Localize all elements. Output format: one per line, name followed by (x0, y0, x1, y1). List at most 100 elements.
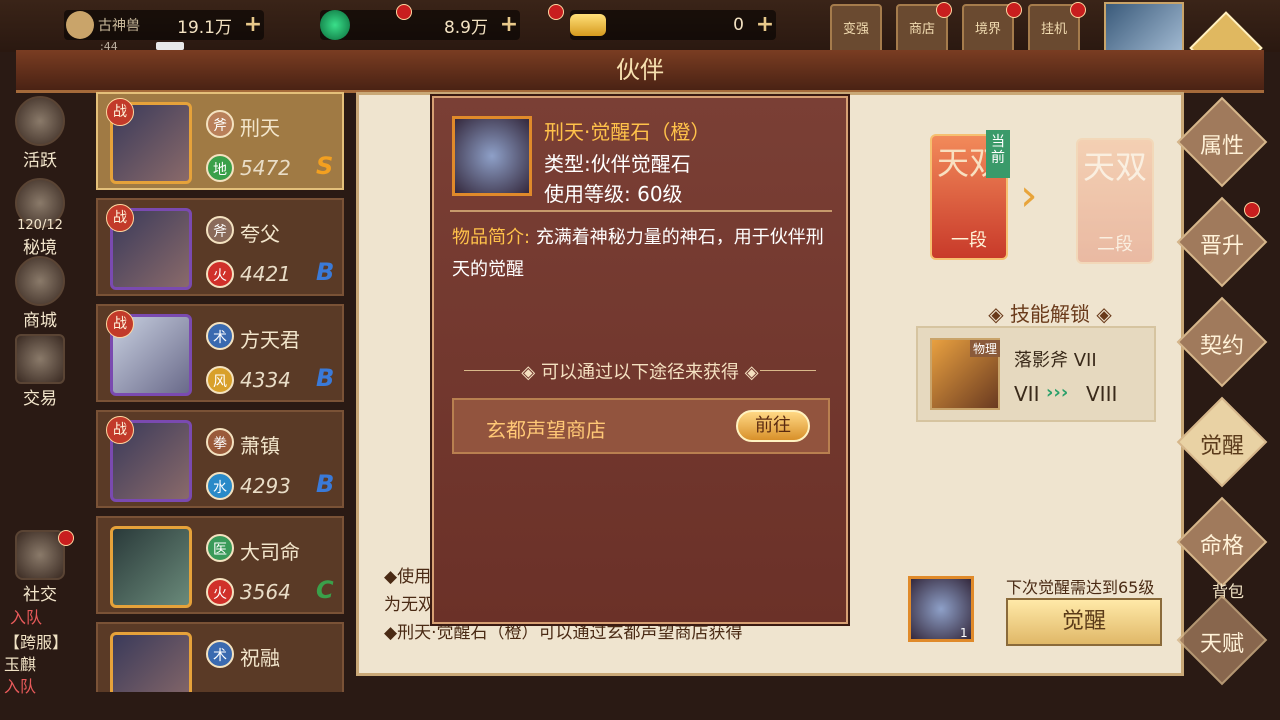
item-tooltip-popup: 刑天·觉醒石（橙） 类型:伙伴觉醒石 使用等级: 60级 物品简介: 充满着神秘… (432, 96, 848, 624)
notification-dot (1244, 202, 1260, 218)
partner-card[interactable]: 术 祝融 (96, 622, 344, 692)
source-name: 玄都声望商店 (486, 418, 606, 442)
item-description: 物品简介: 充满着神秘力量的神石，用于伙伴刑天的觉醒 (452, 222, 832, 286)
go-button[interactable]: 前往 (736, 410, 810, 442)
grade-badge: B (316, 364, 335, 392)
partner-card[interactable]: 战 斧 夸父 火 4421 B (96, 198, 344, 296)
notification-dot (936, 2, 952, 18)
diamond-icon: ◈ (521, 362, 541, 383)
icon-label: 变强 (842, 22, 869, 37)
class-icon: 医 (206, 534, 234, 562)
partner-list[interactable]: 战 斧 刑天 地 5472 S 战 斧 夸父 火 4421 B 战 术 方天君 … (96, 92, 344, 692)
element-icon: 火 (206, 260, 234, 288)
partner-name: 萧镇 (240, 434, 280, 458)
class-icon: 斧 (206, 216, 234, 244)
chat-line: 【跨服】 (4, 633, 69, 652)
coin-icon (66, 11, 94, 39)
notification-dot (1006, 2, 1022, 18)
sidenav-item-mall[interactable]: 商城 (8, 256, 72, 331)
partner-portrait (110, 632, 192, 692)
partner-card[interactable]: 战 拳 萧镇 水 4293 B (96, 410, 344, 508)
in-battle-badge: 战 (106, 416, 134, 444)
element-icon: 水 (206, 472, 234, 500)
partner-power: 4293 (240, 474, 291, 498)
activity-banner-icon[interactable] (1104, 2, 1184, 52)
current-tag: 当前 (986, 130, 1010, 178)
awaken-note: 为无双 (384, 595, 435, 615)
icon-label: 境界 (974, 22, 1001, 37)
skill-unlock-box: 物理 落影斧 VII VII ››› VIII (916, 326, 1156, 422)
page-title: 伙伴 (616, 56, 664, 84)
icon-label: 挂机 (1040, 22, 1067, 37)
partner-power: 5472 (240, 156, 291, 180)
sidenav-item-active[interactable]: 活跃 (8, 96, 72, 171)
diamond-icon: ◈ (1090, 302, 1112, 326)
partner-card[interactable]: 医 大司命 火 3564 C (96, 516, 344, 614)
realm-count: 120/12 (17, 218, 63, 233)
next-awaken-requirement: 下次觉醒需达到65级 (1006, 578, 1155, 597)
grade-badge: B (316, 470, 335, 498)
resource-value: 8.9万 (443, 17, 488, 38)
partner-portrait (110, 526, 192, 608)
stage-title: 天双 (1082, 148, 1147, 186)
resource-label: 古神兽 (98, 18, 140, 34)
in-battle-badge: 战 (106, 204, 134, 232)
tab-label: 命格 (1199, 534, 1244, 559)
notification-dot (58, 530, 74, 546)
awaken-button[interactable]: 觉醒 (1006, 598, 1162, 646)
awaken-stone-icon (452, 116, 532, 196)
mall-icon (15, 256, 65, 306)
add-resource-button[interactable]: + (754, 14, 776, 36)
resource-value: 0 (733, 15, 744, 35)
arrow-right-icon: › (1020, 170, 1038, 221)
partner-name: 方天君 (240, 328, 300, 352)
class-icon: 术 (206, 640, 234, 668)
partner-power: 4421 (240, 262, 291, 286)
material-count: 1 (960, 626, 968, 640)
item-type: 类型:伙伴觉醒石 (544, 152, 691, 176)
partner-power: 4334 (240, 368, 291, 392)
divider (450, 210, 832, 212)
tab-label: 契约 (1199, 334, 1244, 359)
notification-dot (548, 4, 564, 20)
awaken-stage-next: 天双 二段 (1076, 138, 1154, 264)
partner-name: 祝融 (240, 646, 280, 670)
element-icon: 风 (206, 366, 234, 394)
notification-dot (396, 4, 412, 20)
skill-unlock-label: 技能解锁 (1010, 302, 1090, 326)
sidenav-label: 交易 (23, 389, 57, 409)
description-label: 物品简介: (452, 227, 531, 248)
stage-level: 一段 (951, 230, 987, 251)
skill-name: 落影斧 VII (1014, 350, 1097, 371)
sidenav-label: 活跃 (23, 151, 57, 171)
notification-dot (1070, 2, 1086, 18)
in-battle-badge: 战 (106, 310, 134, 338)
resource-gold: 0 + (570, 10, 776, 40)
sidenav-item-secret-realm[interactable]: 120/12 秘境 (8, 178, 72, 258)
battery-icon (156, 42, 184, 50)
add-resource-button[interactable]: + (242, 14, 264, 36)
lantern-icon (15, 96, 65, 146)
class-icon: 拳 (206, 428, 234, 456)
item-level: 使用等级: 60级 (544, 182, 683, 206)
partner-card[interactable]: 战 术 方天君 风 4334 B (96, 304, 344, 402)
obtain-title-text: 可以通过以下途径来获得 (541, 362, 739, 383)
become-stronger-button[interactable]: 变强 (830, 4, 882, 56)
class-icon: 斧 (206, 110, 234, 138)
sidenav-item-trade[interactable]: 交易 (8, 334, 72, 409)
diamond-icon: ◈ (739, 362, 759, 383)
tab-label: 觉醒 (1199, 434, 1244, 459)
chat-preview[interactable]: 【跨服】 玉麒 入队 (4, 632, 68, 698)
diamond-icon: ◈ (988, 302, 1010, 326)
chat-line: 入队 (4, 677, 37, 696)
resource-ancient-beast: 古神兽 19.1万 + (64, 10, 264, 40)
sidenav-label: 秘境 (23, 238, 57, 258)
partner-card[interactable]: 战 斧 刑天 地 5472 S (96, 92, 344, 190)
join-team-link[interactable]: 入队 (10, 604, 42, 628)
grade-badge: C (316, 576, 334, 604)
skill-level-from: VII (1014, 382, 1040, 406)
skill-unlock-title: ◈ 技能解锁 ◈ (960, 298, 1140, 327)
awaken-note: ◆使用 (384, 567, 432, 587)
stage-level: 二段 (1097, 234, 1133, 255)
add-resource-button[interactable]: + (498, 14, 520, 36)
